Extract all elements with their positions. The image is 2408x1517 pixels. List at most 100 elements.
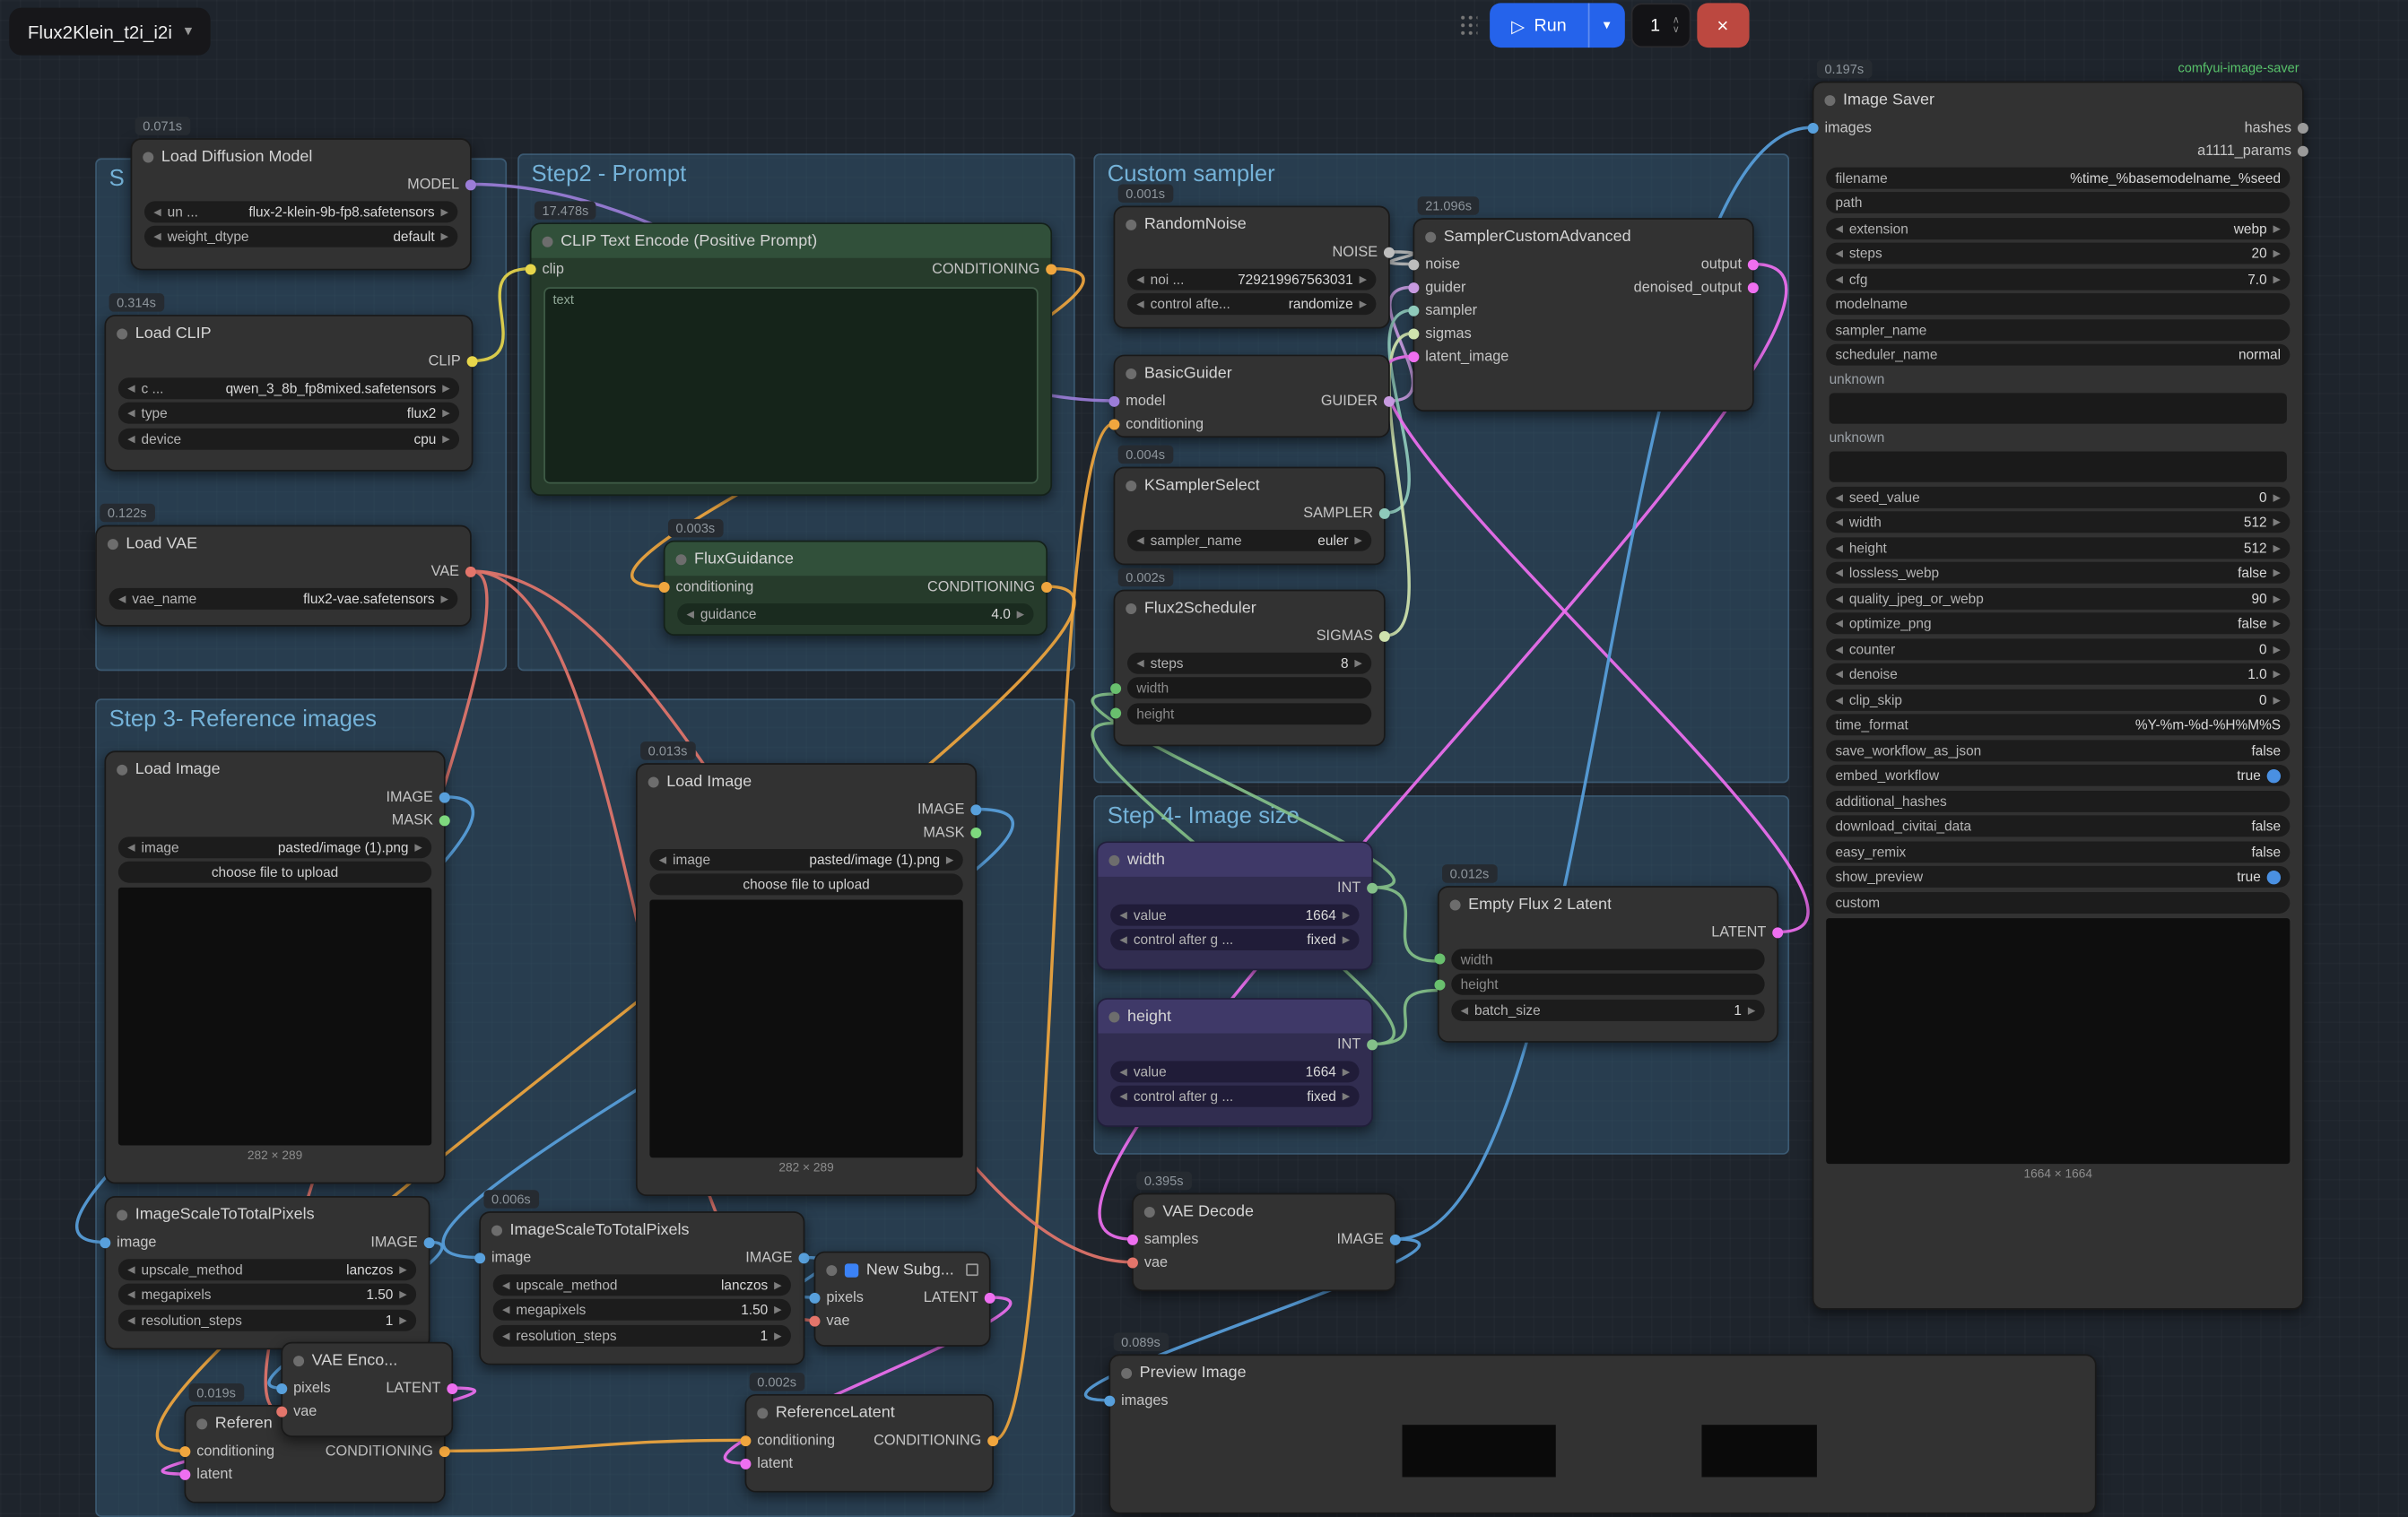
node-header[interactable]: Empty Flux 2 Latent [1439,888,1778,922]
node-header[interactable]: New Subg... [815,1253,989,1287]
output-slot-IMAGE[interactable]: IMAGE [745,1250,795,1267]
widget-width[interactable]: width [1451,948,1764,969]
combo-left-arrow-icon[interactable]: ◀ [1119,1065,1127,1078]
node-header[interactable]: width [1098,843,1371,877]
input-slot-sigmas[interactable]: sigmas [1422,325,1472,342]
node-header[interactable]: ReferenceLatent [746,1396,992,1430]
widget-additional_hashes[interactable]: additional_hashes [1826,790,2290,811]
step-down-icon[interactable]: ∨ [1673,25,1680,34]
collapse-dot[interactable] [1126,368,1136,378]
node-header[interactable]: Load VAE [97,526,470,560]
output-slot-SAMPLER[interactable]: SAMPLER [1303,505,1376,522]
input-slot-image[interactable]: image [489,1250,532,1267]
combo-left-arrow-icon[interactable]: ◀ [1835,567,1843,579]
collapse-dot[interactable] [196,1417,207,1428]
output-slot-IMAGE[interactable]: IMAGE [917,802,968,819]
widget-control afte...[interactable]: ◀control afte...randomize▶ [1127,293,1376,315]
node-header[interactable]: FluxGuidance [665,542,1047,576]
upload-button[interactable]: choose file to upload [118,862,431,883]
combo-right-arrow-icon[interactable]: ▶ [442,382,450,394]
collapse-dot[interactable] [1126,219,1136,230]
widget-filename[interactable]: filename%time_%basemodelname_%seed [1826,167,2290,188]
widget-control after g ...[interactable]: ◀control after g ...fixed▶ [1110,929,1359,950]
input-slot-pixels[interactable]: pixels [823,1290,864,1307]
widget-denoise[interactable]: ◀denoise1.0▶ [1826,663,2290,685]
combo-right-arrow-icon[interactable]: ▶ [2273,643,2282,655]
combo-left-arrow-icon[interactable]: ◀ [127,1263,135,1276]
widget-download_civitai_data[interactable]: download_civitai_datafalse [1826,815,2290,837]
output-slot-SIGMAS[interactable]: SIGMAS [1317,628,1377,645]
combo-right-arrow-icon[interactable]: ▶ [2273,592,2282,604]
widget-lossless_webp[interactable]: ◀lossless_webpfalse▶ [1826,562,2290,584]
output-slot-CONDITIONING[interactable]: CONDITIONING [326,1443,437,1461]
widget-c ...[interactable]: ◀c ...qwen_3_8b_fp8mixed.safetensors▶ [118,377,459,398]
node-preview-image[interactable]: 0.089sPreview Imageimages [1108,1354,2096,1513]
combo-right-arrow-icon[interactable]: ▶ [774,1279,782,1291]
widget-upscale_method[interactable]: ◀upscale_methodlanczos▶ [493,1274,791,1296]
node-random-noise[interactable]: 0.001sRandomNoiseNOISE◀noi ...7292199675… [1114,205,1390,328]
collapse-dot[interactable] [1425,231,1436,242]
combo-right-arrow-icon[interactable]: ▶ [1343,908,1351,921]
combo-left-arrow-icon[interactable]: ◀ [1835,643,1843,655]
collapse-dot[interactable] [143,152,153,162]
combo-left-arrow-icon[interactable]: ◀ [127,841,135,854]
combo-left-arrow-icon[interactable]: ◀ [1835,221,1843,234]
widget-quality_jpeg_or_webp[interactable]: ◀quality_jpeg_or_webp90▶ [1826,587,2290,609]
combo-right-arrow-icon[interactable]: ▶ [1748,1003,1756,1016]
node-clip-text-encode[interactable]: 17.478sCLIP Text Encode (Positive Prompt… [530,222,1052,496]
widget-show_preview[interactable]: show_previewtrue [1826,866,2290,888]
combo-left-arrow-icon[interactable]: ◀ [1835,247,1843,260]
widget-un ...[interactable]: ◀un ...flux-2-klein-9b-fp8.safetensors▶ [144,200,457,221]
node-header[interactable]: BasicGuider [1115,356,1388,390]
widget-value[interactable]: ◀value1664▶ [1110,1060,1359,1081]
combo-left-arrow-icon[interactable]: ◀ [1461,1003,1469,1016]
output-slot-LATENT[interactable]: LATENT [924,1290,982,1307]
collapse-dot[interactable] [676,553,687,564]
combo-left-arrow-icon[interactable]: ◀ [1119,908,1127,921]
combo-left-arrow-icon[interactable]: ◀ [127,1313,135,1326]
widget-width[interactable]: width [1127,677,1371,698]
widget-value[interactable]: ◀value1664▶ [1110,904,1359,925]
combo-left-arrow-icon[interactable]: ◀ [1136,656,1144,669]
widget-embed_workflow[interactable]: embed_workflowtrue [1826,765,2290,786]
output-slot-MODEL[interactable]: MODEL [407,177,462,194]
node-empty-flux2-latent[interactable]: 0.012sEmpty Flux 2 LatentLATENTwidthheig… [1438,886,1778,1043]
widget-extension[interactable]: ◀extensionwebp▶ [1826,217,2290,238]
input-slot-image[interactable]: image [114,1235,157,1252]
combo-left-arrow-icon[interactable]: ◀ [686,607,694,620]
widget-noi ...[interactable]: ◀noi ...729219967563031▶ [1127,268,1376,290]
node-header[interactable]: Load Diffusion Model [132,140,470,174]
widget-vae_name[interactable]: ◀vae_nameflux2-vae.safetensors▶ [109,587,458,609]
input-slot-guider[interactable]: guider [1422,280,1466,297]
combo-right-arrow-icon[interactable]: ▶ [2273,516,2282,528]
input-slot-latent_image[interactable]: latent_image [1422,349,1509,366]
widget-counter[interactable]: ◀counter0▶ [1826,638,2290,660]
combo-right-arrow-icon[interactable]: ▶ [414,841,422,854]
node-header[interactable]: Load Image [638,765,976,799]
combo-right-arrow-icon[interactable]: ▶ [1360,298,1368,310]
upload-button[interactable]: choose file to upload [649,873,962,895]
widget-steps[interactable]: ◀steps8▶ [1127,652,1371,673]
widget-path[interactable]: path [1826,192,2290,213]
combo-left-arrow-icon[interactable]: ◀ [1835,490,1843,503]
collapse-dot[interactable] [117,764,127,775]
node-width-int[interactable]: widthINT◀value1664▶◀control after g ...f… [1097,841,1373,970]
combo-right-arrow-icon[interactable]: ▶ [1343,933,1351,946]
output-slot-CONDITIONING[interactable]: CONDITIONING [874,1433,985,1450]
collapse-dot[interactable] [826,1264,837,1275]
node-image-saver[interactable]: 0.197scomfyui-image-saverImage Saverimag… [1813,82,2304,1310]
output-slot-GUIDER[interactable]: GUIDER [1321,393,1381,410]
node-load-diffusion-model[interactable]: 0.071sLoad Diffusion ModelMODEL◀un ...fl… [131,138,472,270]
node-header[interactable]: Preview Image [1110,1356,2095,1390]
combo-left-arrow-icon[interactable]: ◀ [153,230,161,243]
text-area[interactable] [1830,451,2287,481]
input-slot-conditioning[interactable]: conditioning [1123,416,1204,433]
combo-right-arrow-icon[interactable]: ▶ [399,1288,407,1301]
combo-right-arrow-icon[interactable]: ▶ [2273,221,2282,234]
combo-left-arrow-icon[interactable]: ◀ [1835,693,1843,706]
node-flux2-scheduler[interactable]: 0.002sFlux2SchedulerSIGMAS◀steps8▶widthh… [1114,590,1386,747]
node-header[interactable]: height [1098,1000,1371,1034]
combo-left-arrow-icon[interactable]: ◀ [1835,617,1843,629]
toggle-knob[interactable] [2267,768,2281,782]
combo-right-arrow-icon[interactable]: ▶ [442,407,450,420]
